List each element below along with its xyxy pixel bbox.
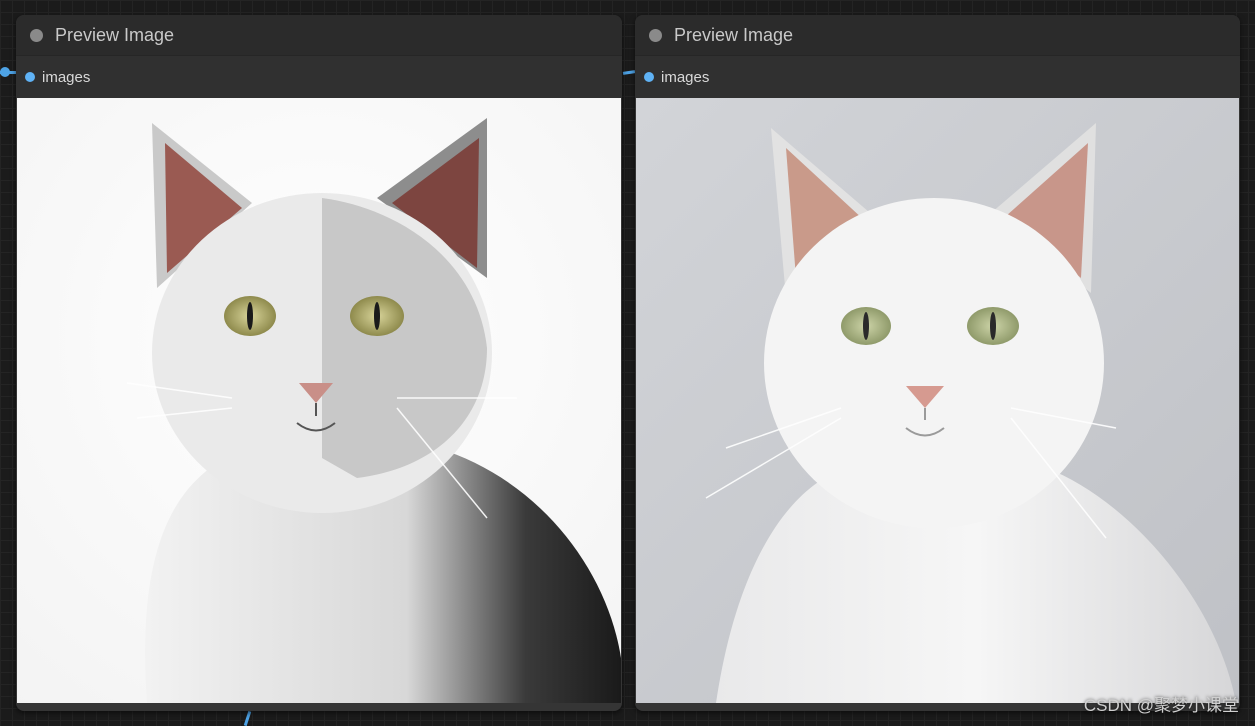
cat-image xyxy=(17,98,621,703)
node-header[interactable]: Preview Image xyxy=(635,15,1240,56)
preview-image-node[interactable]: Preview Image images xyxy=(16,15,622,711)
input-slot-dot-icon[interactable] xyxy=(25,72,35,82)
preview-image[interactable] xyxy=(636,98,1239,703)
collapse-toggle-icon[interactable] xyxy=(649,28,662,42)
output-link[interactable] xyxy=(243,710,252,726)
input-slot-images[interactable]: images xyxy=(16,56,622,98)
input-slot-images[interactable]: images xyxy=(635,56,1240,98)
watermark: CSDN @聚梦小课堂 xyxy=(1083,696,1239,715)
input-slot-dot-icon[interactable] xyxy=(644,72,654,82)
node-graph-canvas[interactable]: Preview Image images Preview Image image… xyxy=(0,0,1255,726)
input-slot-label: images xyxy=(661,68,710,86)
node-header[interactable]: Preview Image xyxy=(16,15,622,56)
node-title: Preview Image xyxy=(674,24,794,45)
input-link[interactable] xyxy=(622,70,636,75)
link-endpoint[interactable] xyxy=(0,67,10,77)
preview-image[interactable] xyxy=(17,98,621,703)
cat-image xyxy=(636,98,1239,703)
input-slot-label: images xyxy=(42,68,91,86)
collapse-toggle-icon[interactable] xyxy=(30,28,43,42)
node-title: Preview Image xyxy=(55,24,175,45)
preview-image-node[interactable]: Preview Image images xyxy=(635,15,1240,711)
